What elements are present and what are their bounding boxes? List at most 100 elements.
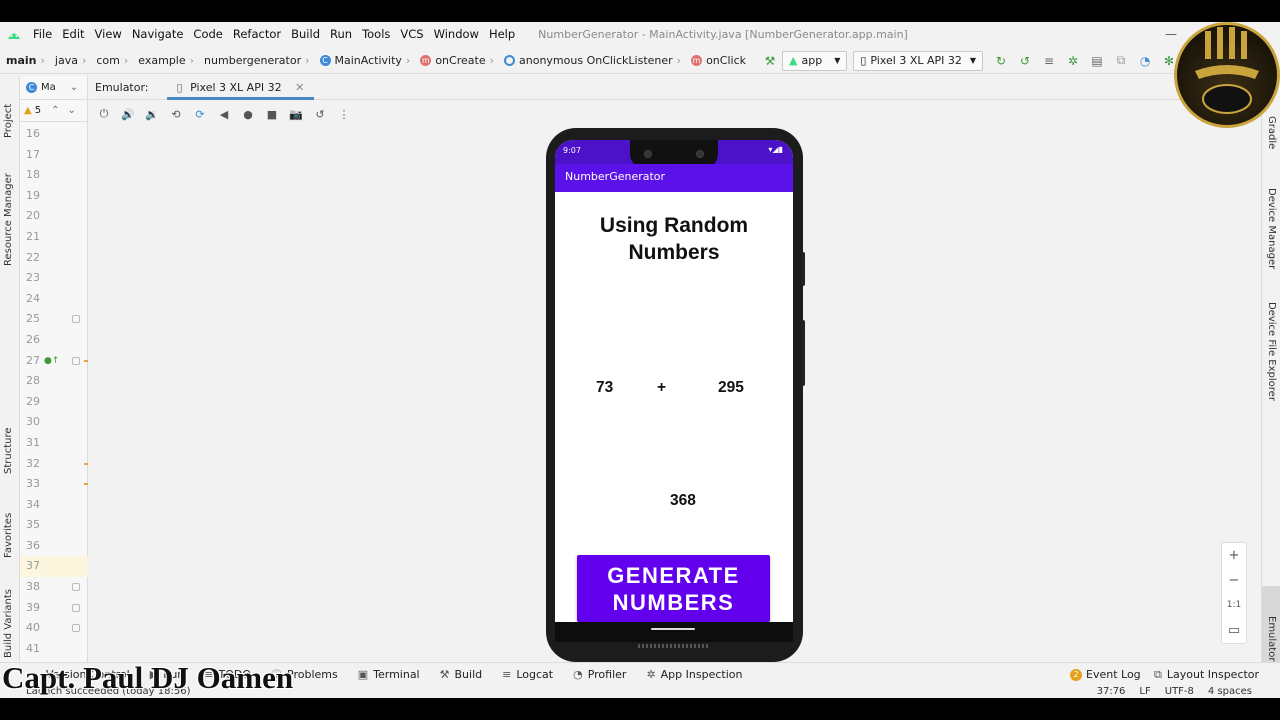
zoom-out-button[interactable]: − — [1222, 568, 1246, 593]
home-pill-icon[interactable] — [651, 628, 695, 630]
caret-position[interactable]: 37:76 — [1097, 686, 1126, 697]
editor-tab[interactable]: Ma — [41, 82, 56, 93]
tool-layout-inspector[interactable]: ⧉ Layout Inspector — [1154, 668, 1259, 682]
line-separator[interactable]: LF — [1139, 686, 1150, 697]
tool-logcat[interactable]: ≡ Logcat — [502, 668, 553, 681]
tool-favorites[interactable]: Favorites — [3, 513, 14, 558]
breadcrumb-com[interactable]: com › — [90, 54, 132, 67]
emulator-device-tab[interactable]: ▯ Pixel 3 XL API 32 ✕ — [166, 76, 315, 100]
apply-code-changes-icon[interactable]: ≡ — [1040, 52, 1058, 70]
overview-icon[interactable]: ■ — [263, 105, 281, 123]
chevron-down-icon[interactable]: ⌄ — [70, 82, 78, 93]
menu-help[interactable]: Help — [484, 22, 520, 46]
operator-text: + — [657, 379, 667, 396]
zoom-in-button[interactable]: + — [1222, 543, 1246, 568]
volume-down-icon[interactable]: 🔉 — [143, 105, 161, 123]
chevron-up-icon[interactable]: ⌃ — [51, 105, 59, 116]
profile-icon[interactable]: ◔ — [1136, 52, 1154, 70]
line-number: 23 — [26, 271, 40, 285]
tool-build-variants[interactable]: Build Variants — [3, 589, 14, 658]
tool-terminal[interactable]: ▣ Terminal — [358, 668, 420, 681]
tool-resource-manager[interactable]: Resource Manager — [3, 173, 14, 266]
menu-vcs[interactable]: VCS — [395, 22, 428, 46]
fold-icon[interactable] — [72, 315, 80, 324]
zoom-controls: + − 1:1 ▭ — [1221, 542, 1247, 644]
breadcrumb-example[interactable]: example › — [132, 54, 198, 67]
menu-navigate[interactable]: Navigate — [127, 22, 189, 46]
camera-icon[interactable]: 📷 — [287, 105, 305, 123]
breadcrumb-package[interactable]: numbergenerator › — [198, 54, 313, 67]
line-number: 22 — [26, 250, 40, 264]
tool-device-file-explorer[interactable]: Device File Explorer — [1266, 302, 1277, 401]
menu-build[interactable]: Build — [286, 22, 325, 46]
rotate-left-icon[interactable]: ⟲ — [167, 105, 185, 123]
tool-device-manager[interactable]: Device Manager — [1266, 188, 1277, 269]
warning-icon[interactable]: ▲ — [24, 105, 32, 116]
zoom-actual-size-button[interactable]: 1:1 — [1222, 593, 1246, 618]
home-icon[interactable]: ● — [239, 105, 257, 123]
run-config-select[interactable]: ▲ app ▼ — [782, 50, 848, 71]
phone-nav-bar — [555, 622, 793, 642]
breadcrumb-method-oncreate[interactable]: m onCreate › — [414, 54, 498, 67]
minimize-icon[interactable]: — — [1156, 22, 1186, 46]
chevron-down-icon: ▼ — [969, 56, 977, 65]
zoom-fit-icon[interactable]: ▭ — [1222, 618, 1246, 643]
menu-file[interactable]: File — [28, 22, 57, 46]
editor-strip: C Ma ⌄ ▲ 5 ⌃ ⌄ 16 17 18 19 20 21 22 23 2… — [20, 76, 88, 662]
coverage-icon[interactable]: ▤ — [1088, 52, 1106, 70]
apply-changes-icon[interactable]: ↺ — [1016, 52, 1034, 70]
watermark-text: Capt. Paul DJ Oamen — [2, 660, 294, 695]
breadcrumb-java[interactable]: java › — [49, 54, 90, 67]
breadcrumb-method-onclick[interactable]: m onClick — [685, 54, 750, 67]
fold-icon[interactable] — [72, 624, 80, 633]
tool-structure[interactable]: Structure — [3, 427, 14, 474]
terminal-icon: ▣ — [357, 668, 369, 681]
tool-gradle[interactable]: Gradle — [1266, 116, 1277, 149]
override-icon[interactable]: ●↑ — [44, 351, 59, 372]
hammer-icon[interactable]: ⚒ — [761, 52, 779, 70]
tool-emulator[interactable]: Emulator — [1266, 616, 1277, 661]
close-icon[interactable]: ✕ — [295, 81, 304, 94]
chevron-down-icon[interactable]: ⌄ — [67, 105, 75, 116]
breadcrumb-main[interactable]: main › — [0, 54, 49, 67]
breadcrumb-class[interactable]: C MainActivity › — [314, 54, 415, 67]
tool-event-log[interactable]: 2 Event Log — [1070, 668, 1141, 681]
file-encoding[interactable]: UTF-8 — [1165, 686, 1194, 697]
menu-window[interactable]: Window — [429, 22, 484, 46]
menu-code[interactable]: Code — [188, 22, 227, 46]
device-select[interactable]: ▯ Pixel 3 XL API 32 ▼ — [853, 50, 984, 71]
fold-icon[interactable] — [72, 356, 80, 365]
rotate-right-icon[interactable]: ⟳ — [191, 105, 209, 123]
menu-view[interactable]: View — [90, 22, 127, 46]
line-number: 32 — [20, 454, 88, 475]
volume-up-icon[interactable]: 🔊 — [119, 105, 137, 123]
line-number: 40 — [20, 618, 88, 639]
chevron-down-icon: ▼ — [834, 56, 841, 65]
class-icon: C — [319, 55, 331, 66]
menu-edit[interactable]: Edit — [57, 22, 89, 46]
more-icon[interactable]: ⋮ — [335, 105, 353, 123]
rerun-icon[interactable]: ↻ — [992, 52, 1010, 70]
breadcrumb-anonymous-class[interactable]: anonymous OnClickListener › — [498, 54, 685, 67]
tool-profiler[interactable]: ◔ Profiler — [573, 668, 626, 681]
fold-icon[interactable] — [72, 583, 80, 592]
warning-count: 5 — [34, 105, 42, 116]
menu-run[interactable]: Run — [325, 22, 357, 46]
line-number: 21 — [26, 229, 40, 243]
menu-refactor[interactable]: Refactor — [228, 22, 286, 46]
debug-icon[interactable]: ✲ — [1064, 52, 1082, 70]
phone-power-button — [801, 252, 805, 286]
indent-setting[interactable]: 4 spaces — [1208, 686, 1252, 697]
snapshot-icon[interactable]: ↺ — [311, 105, 329, 123]
speaker-grille — [638, 644, 710, 648]
power-icon[interactable]: ⏻ — [95, 105, 113, 123]
tool-project[interactable]: Project — [3, 104, 14, 138]
menu-tools[interactable]: Tools — [357, 22, 395, 46]
attach-debugger-icon[interactable]: ⧉ — [1112, 52, 1130, 70]
tool-build[interactable]: ⚒ Build — [440, 668, 483, 681]
generate-numbers-button[interactable]: GENERATE NUMBERS — [577, 555, 770, 622]
navigation-bar: main › java › com › example › numbergenerato… — [0, 48, 1280, 74]
back-icon[interactable]: ◀ — [215, 105, 233, 123]
tool-app-inspection[interactable]: ✲ App Inspection — [646, 668, 742, 681]
fold-icon[interactable] — [72, 603, 80, 612]
